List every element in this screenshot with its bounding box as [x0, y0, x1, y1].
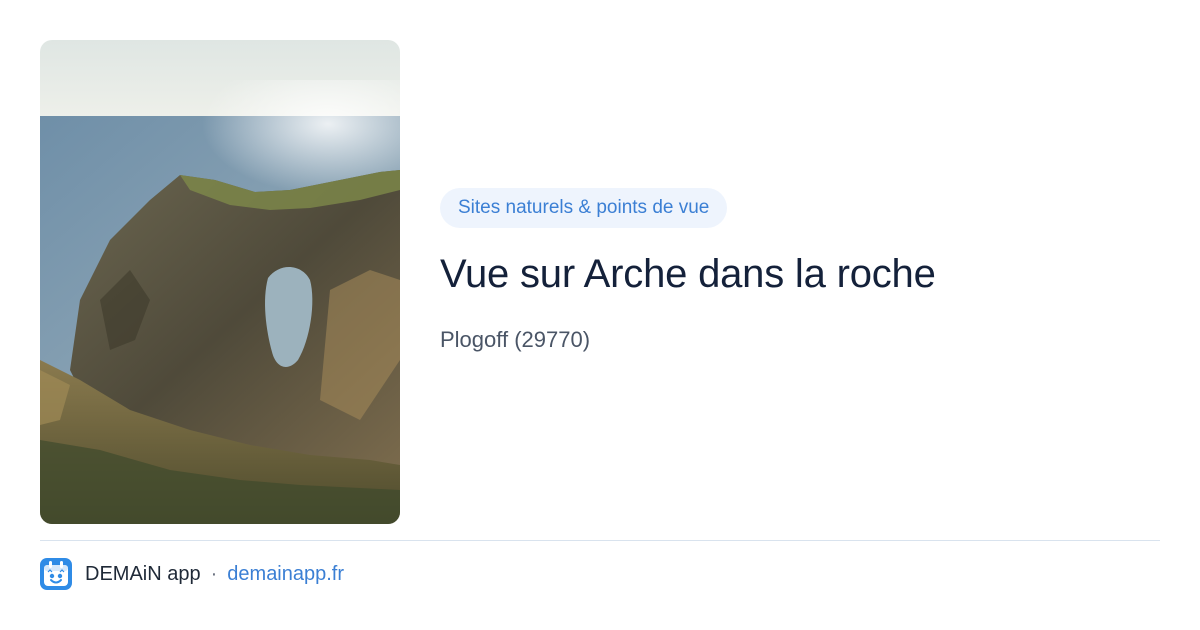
demain-app-logo-icon[interactable] — [40, 558, 72, 590]
footer: DEMAiN app · demainapp.fr — [40, 558, 344, 590]
place-title: Vue sur Arche dans la roche — [440, 252, 936, 296]
footer-separator: · — [210, 562, 218, 585]
place-details: Sites naturels & points de vue Vue sur A… — [440, 188, 1160, 354]
app-website-link[interactable]: demainapp.fr — [227, 563, 344, 586]
sea-arch-image — [40, 40, 400, 524]
category-badge[interactable]: Sites naturels & points de vue — [440, 188, 728, 228]
footer-divider — [40, 540, 1160, 541]
app-name: DEMAiN app — [85, 562, 201, 585]
place-location: Plogoff (29770) — [440, 327, 591, 352]
place-photo[interactable] — [40, 40, 400, 524]
share-card: Sites naturels & points de vue Vue sur A… — [0, 0, 1200, 630]
